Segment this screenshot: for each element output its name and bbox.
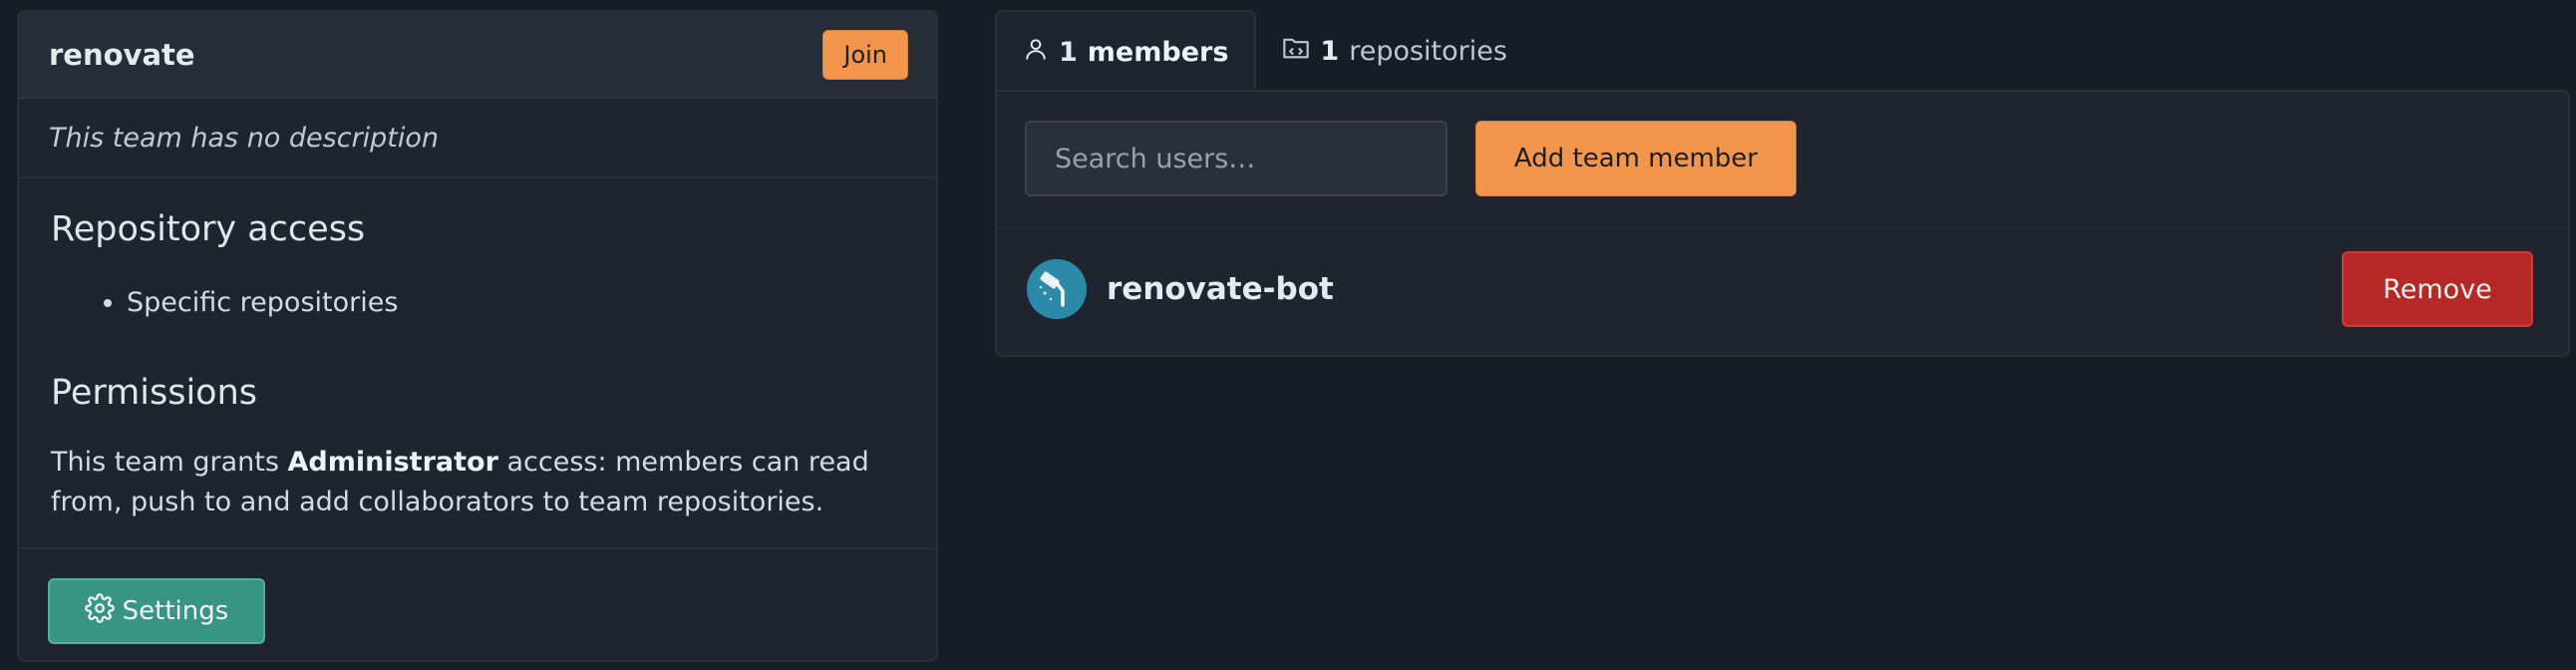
settings-label: Settings: [122, 596, 229, 626]
team-tabs: 1 members 1 repositories: [995, 10, 1533, 92]
repository-access-list: Specific repositories: [93, 283, 398, 323]
permissions-text-pre: This team grants: [51, 447, 288, 478]
members-panel: Add team member renovate-bot Remove: [995, 90, 2570, 357]
repo-icon: [1282, 35, 1310, 68]
join-button[interactable]: Join: [822, 29, 908, 80]
repositories-count: 1: [1320, 35, 1340, 67]
member-name[interactable]: renovate-bot: [1107, 271, 1334, 307]
members-count: 1: [1059, 36, 1078, 68]
repository-access-heading: Repository access: [51, 209, 366, 249]
add-team-member-button[interactable]: Add team member: [1475, 121, 1796, 196]
member-row: renovate-bot Remove: [997, 229, 2568, 357]
remove-member-button[interactable]: Remove: [2342, 251, 2533, 327]
paint-roller-icon: [1027, 259, 1087, 319]
team-header: renovate Join: [19, 12, 936, 99]
repository-access-item: Specific repositories: [127, 283, 398, 323]
team-name: renovate: [49, 37, 195, 72]
permissions-heading: Permissions: [51, 373, 258, 413]
repositories-tab-label: repositories: [1349, 35, 1507, 67]
team-card-footer: Settings: [19, 547, 936, 660]
gear-icon: [84, 592, 115, 630]
permissions-level: Administrator: [287, 447, 498, 478]
person-icon: [1023, 36, 1049, 69]
members-tab-label: members: [1087, 36, 1229, 68]
member-search-row: Add team member: [997, 92, 2568, 229]
team-card: renovate Join This team has no descripti…: [17, 10, 938, 662]
settings-button[interactable]: Settings: [48, 578, 265, 644]
permissions-text: This team grants Administrator access: m…: [51, 443, 928, 522]
search-users-input[interactable]: [1025, 121, 1448, 196]
tab-members[interactable]: 1 members: [995, 10, 1257, 92]
tab-repositories[interactable]: 1 repositories: [1256, 10, 1533, 92]
team-description: This team has no description: [19, 99, 936, 178]
avatar[interactable]: [1027, 259, 1087, 319]
